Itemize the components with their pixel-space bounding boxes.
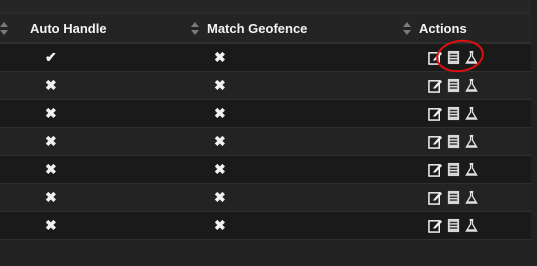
row-actions [428,134,482,149]
match-geofence-cell: ✖ [201,156,413,183]
cross-icon: ✖ [214,161,226,177]
table-row[interactable]: ✖ ✖ [0,128,531,156]
actions-cell [413,184,531,211]
flask-icon[interactable] [464,78,479,93]
cross-icon: ✖ [45,105,57,121]
auto-handle-cell: ✖ [30,156,201,183]
flask-icon[interactable] [464,106,479,121]
match-geofence-cell: ✖ [201,212,413,239]
actions-cell [413,156,531,183]
flask-icon[interactable] [464,218,479,233]
check-icon: ✔ [45,49,57,65]
edit-icon[interactable] [428,190,443,205]
header-actions: Actions [403,14,531,42]
auto-handle-cell: ✔ [30,44,201,71]
match-geofence-cell: ✖ [201,100,413,127]
sort-icon[interactable] [191,21,199,35]
edit-icon[interactable] [428,162,443,177]
edit-icon[interactable] [428,78,443,93]
sort-icon[interactable] [403,21,411,35]
document-list-icon[interactable] [446,78,461,93]
table-row[interactable]: ✖ ✖ [0,100,531,128]
flask-icon[interactable] [464,162,479,177]
header-auto-handle[interactable]: Auto Handle [30,14,201,42]
cross-icon: ✖ [45,77,57,93]
cross-icon: ✖ [214,189,226,205]
document-list-icon[interactable] [446,190,461,205]
row-leading-cell [0,72,30,99]
row-leading-cell [0,100,30,127]
actions-cell [413,128,531,155]
row-actions [428,106,482,121]
match-geofence-cell: ✖ [201,44,413,71]
table-header: Auto Handle Match Geofence Actions [0,14,531,44]
flask-icon[interactable] [464,190,479,205]
header-label: Match Geofence [207,20,308,36]
actions-cell [413,72,531,99]
table-row[interactable]: ✖ ✖ [0,184,531,212]
header-leading-sort[interactable] [0,14,30,42]
cross-icon: ✖ [214,77,226,93]
edit-icon[interactable] [428,106,443,121]
row-leading-cell [0,44,30,71]
auto-handle-cell: ✖ [30,100,201,127]
header-match-geofence[interactable]: Match Geofence [191,14,413,42]
edit-icon[interactable] [428,134,443,149]
row-actions [428,190,482,205]
cross-icon: ✖ [45,133,57,149]
auto-handle-cell: ✖ [30,184,201,211]
document-list-icon[interactable] [446,162,461,177]
cross-icon: ✖ [45,217,57,233]
row-leading-cell [0,212,30,239]
match-geofence-cell: ✖ [201,72,413,99]
flask-icon[interactable] [464,134,479,149]
match-geofence-cell: ✖ [201,128,413,155]
row-actions [428,162,482,177]
row-leading-cell [0,128,30,155]
table-row[interactable]: ✖ ✖ [0,72,531,100]
header-label: Actions [419,20,467,36]
document-list-icon[interactable] [446,134,461,149]
document-list-icon[interactable] [446,106,461,121]
table-row[interactable]: ✖ ✖ [0,212,531,240]
actions-cell [413,212,531,239]
row-actions [428,78,482,93]
match-geofence-cell: ✖ [201,184,413,211]
auto-handle-cell: ✖ [30,212,201,239]
top-band [0,0,531,14]
row-leading-cell [0,156,30,183]
table-row[interactable]: ✖ ✖ [0,156,531,184]
row-leading-cell [0,184,30,211]
cross-icon: ✖ [214,133,226,149]
cross-icon: ✖ [45,189,57,205]
cross-icon: ✖ [45,161,57,177]
row-actions [428,218,482,233]
actions-cell [413,100,531,127]
document-list-icon[interactable] [446,218,461,233]
cross-icon: ✖ [214,105,226,121]
cross-icon: ✖ [214,217,226,233]
cross-icon: ✖ [214,49,226,65]
sort-icon[interactable] [0,21,8,35]
auto-handle-cell: ✖ [30,128,201,155]
auto-handle-cell: ✖ [30,72,201,99]
header-label: Auto Handle [30,20,107,36]
edit-icon[interactable] [428,218,443,233]
